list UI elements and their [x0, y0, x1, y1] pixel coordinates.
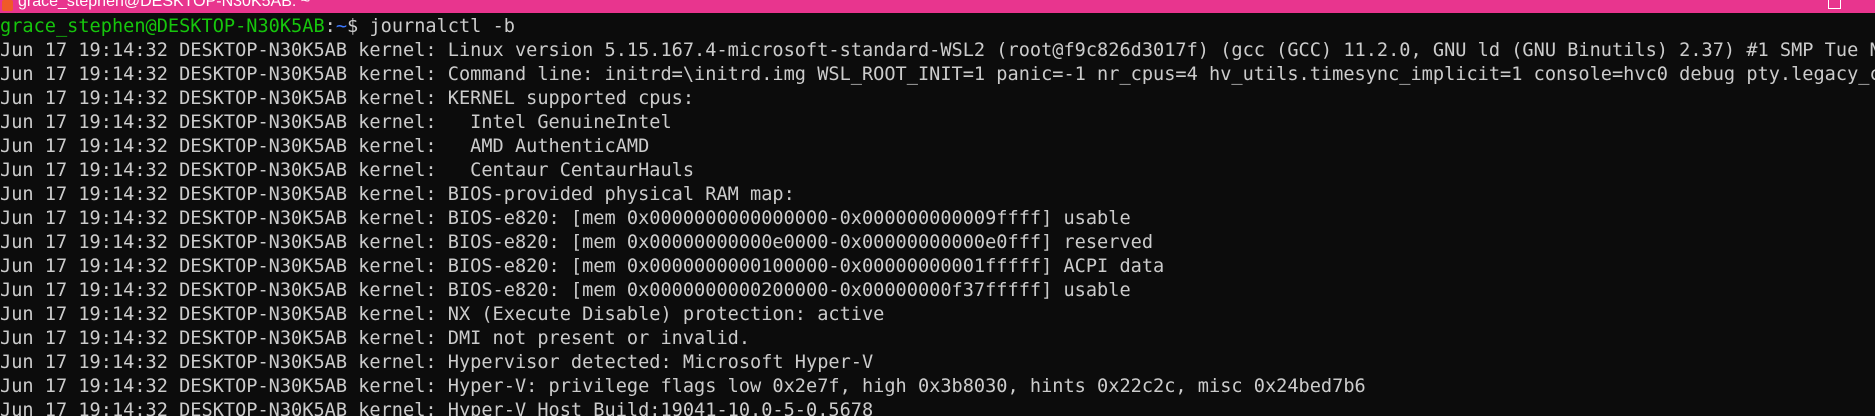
log-line: Jun 17 19:14:32 DESKTOP-N30K5AB kernel: …: [0, 184, 795, 205]
terminal-output[interactable]: grace_stephen@DESKTOP-N30K5AB:~$ journal…: [0, 13, 1875, 416]
prompt-command: journalctl -b: [369, 16, 515, 37]
restore-window-icon[interactable]: [1828, 0, 1841, 9]
log-line: Jun 17 19:14:32 DESKTOP-N30K5AB kernel: …: [0, 304, 885, 325]
log-line: Jun 17 19:14:32 DESKTOP-N30K5AB kernel: …: [0, 352, 874, 373]
log-line: Jun 17 19:14:32 DESKTOP-N30K5AB kernel: …: [0, 280, 1131, 301]
prompt-path: ~: [335, 16, 348, 37]
title-bar[interactable]: grace_stephen@DESKTOP-N30K5AB: ~: [0, 0, 1875, 13]
terminal-window: grace_stephen@DESKTOP-N30K5AB: ~ grace_s…: [0, 0, 1875, 416]
log-line: Jun 17 19:14:32 DESKTOP-N30K5AB kernel: …: [0, 208, 1131, 229]
terminal-app-icon: [2, 0, 13, 11]
log-line: Jun 17 19:14:32 DESKTOP-N30K5AB kernel: …: [0, 160, 695, 181]
log-line: Jun 17 19:14:32 DESKTOP-N30K5AB kernel: …: [0, 376, 1366, 397]
log-line: Jun 17 19:14:32 DESKTOP-N30K5AB kernel: …: [0, 136, 650, 157]
log-line: Jun 17 19:14:32 DESKTOP-N30K5AB kernel: …: [0, 400, 874, 416]
prompt-line: grace_stephen@DESKTOP-N30K5AB:~$ journal…: [0, 15, 1875, 39]
prompt-user-host: grace_stephen@DESKTOP-N30K5AB: [0, 16, 325, 37]
log-line: Jun 17 19:14:32 DESKTOP-N30K5AB kernel: …: [0, 112, 672, 133]
log-line: Jun 17 19:14:32 DESKTOP-N30K5AB kernel: …: [0, 328, 751, 349]
log-line: Jun 17 19:14:32 DESKTOP-N30K5AB kernel: …: [0, 232, 1154, 253]
log-line: Jun 17 19:14:32 DESKTOP-N30K5AB kernel: …: [0, 256, 1165, 277]
log-line: Jun 17 19:14:32 DESKTOP-N30K5AB kernel: …: [0, 64, 1875, 85]
window-title: grace_stephen@DESKTOP-N30K5AB: ~: [18, 0, 311, 10]
prompt-symbol: $: [347, 16, 370, 37]
prompt-separator: :: [324, 16, 336, 37]
log-line: Jun 17 19:14:32 DESKTOP-N30K5AB kernel: …: [0, 40, 1875, 61]
log-line: Jun 17 19:14:32 DESKTOP-N30K5AB kernel: …: [0, 88, 695, 109]
